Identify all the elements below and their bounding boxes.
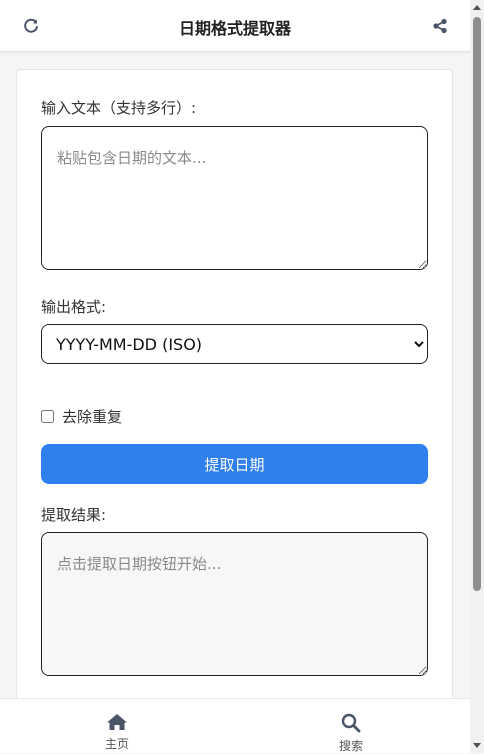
format-label: 输出格式: bbox=[41, 298, 107, 316]
search-icon bbox=[341, 713, 361, 733]
input-label: 输入文本（支持多行）: bbox=[41, 99, 197, 117]
extract-button[interactable]: 提取日期 bbox=[41, 444, 428, 484]
app-header: 日期格式提取器 bbox=[0, 0, 470, 52]
nav-label-search: 搜索 bbox=[338, 739, 363, 753]
scrollbar[interactable] bbox=[470, 0, 484, 753]
home-icon bbox=[107, 714, 127, 730]
bottom-nav: 主页 搜索 bbox=[0, 698, 470, 753]
nav-item-home[interactable]: 主页 bbox=[77, 699, 157, 754]
page-title: 日期格式提取器 bbox=[178, 19, 291, 38]
scroll-down-arrow-icon[interactable] bbox=[473, 743, 481, 748]
dedupe-option[interactable]: 去除重复 bbox=[41, 406, 122, 427]
format-select[interactable]: YYYY-MM-DD (ISO) bbox=[41, 324, 428, 364]
result-label: 提取结果: bbox=[41, 506, 107, 524]
nav-item-search[interactable]: 搜索 bbox=[311, 699, 391, 754]
input-textarea[interactable] bbox=[41, 126, 428, 270]
share-icon bbox=[433, 18, 447, 34]
dedupe-label: 去除重复 bbox=[62, 408, 123, 426]
result-textarea[interactable] bbox=[41, 532, 428, 676]
share-button[interactable] bbox=[429, 15, 451, 37]
nav-label-home: 主页 bbox=[104, 737, 129, 751]
scroll-thumb[interactable] bbox=[473, 17, 481, 591]
scroll-up-arrow-icon[interactable] bbox=[473, 5, 481, 10]
dedupe-checkbox[interactable] bbox=[41, 410, 54, 423]
